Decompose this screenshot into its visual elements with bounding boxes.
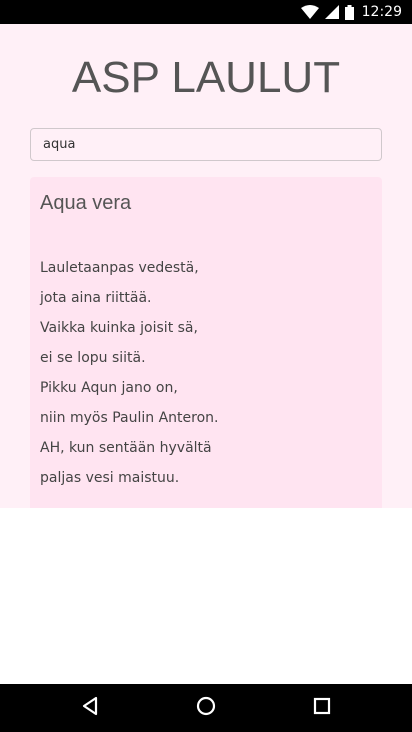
status-clock: 12:29	[361, 4, 402, 20]
lyric-line: paljas vesi maistuu.	[40, 470, 180, 486]
song-title: Aqua vera	[40, 192, 132, 214]
status-bar: 12:29	[0, 0, 412, 24]
lyric-line: jota aina riittää.	[40, 290, 152, 306]
song-lyrics: Lauletaanpas vedestä, jota aina riittää.…	[40, 253, 218, 493]
app-content: ASP LAULUT Aqua vera Lauletaanpas vedest…	[0, 24, 412, 508]
lyric-line: ei se lopu siitä.	[40, 350, 146, 366]
lyric-line: Lauletaanpas vedestä,	[40, 260, 199, 276]
recents-button[interactable]	[310, 696, 334, 720]
recents-icon	[313, 697, 331, 719]
back-button[interactable]	[78, 696, 102, 720]
lyric-line: Vaikka kuinka joisit sä,	[40, 320, 198, 336]
search-input[interactable]	[30, 128, 382, 161]
wifi-icon	[300, 5, 319, 19]
song-card: Aqua vera Lauletaanpas vedestä, jota ain…	[30, 177, 382, 508]
lyric-line: niin myös Paulin Anteron.	[40, 410, 219, 426]
battery-icon	[344, 4, 354, 20]
home-icon	[196, 696, 216, 720]
back-icon	[81, 696, 99, 720]
home-button[interactable]	[194, 696, 218, 720]
navigation-bar	[0, 684, 412, 732]
page-title: ASP LAULUT	[71, 53, 341, 102]
lyric-line: AH, kun sentään hyvältä	[40, 440, 212, 456]
status-icons: 12:29	[300, 4, 402, 20]
lyric-line: Pikku Aqun jano on,	[40, 380, 178, 396]
signal-icon	[324, 5, 339, 19]
